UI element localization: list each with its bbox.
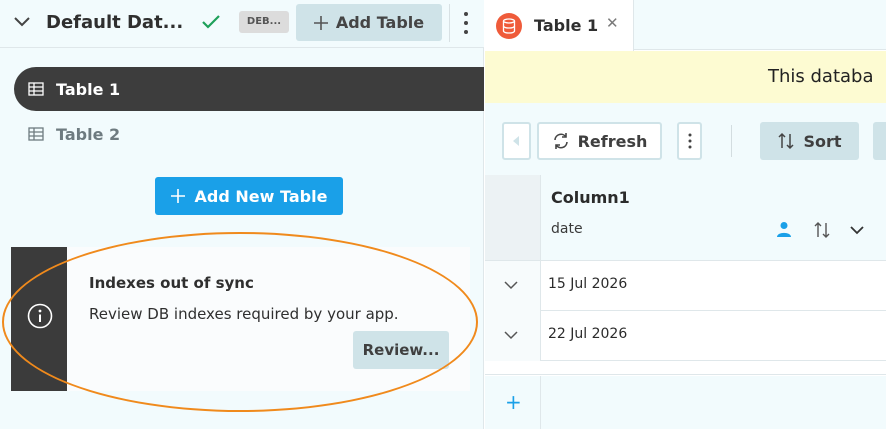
- table-row[interactable]: 22 Jul 2026: [485, 311, 886, 361]
- row-number-header: [485, 175, 541, 261]
- data-grid: Column1 date 15 Jul 2026 22 Jul 2026 +: [485, 175, 886, 429]
- chevron-down-icon[interactable]: [13, 13, 31, 31]
- add-table-button[interactable]: Add Table: [296, 4, 442, 41]
- table-list-item-table-1[interactable]: Table 1: [14, 67, 484, 111]
- plus-icon: [170, 189, 185, 203]
- indexes-sync-callout: Indexes out of sync Review DB indexes re…: [11, 247, 470, 391]
- refresh-label: Refresh: [577, 131, 648, 151]
- add-row-bar: +: [485, 376, 886, 429]
- datasource-header: Default Dat... DEB... Add Table: [0, 0, 484, 48]
- sort-icon: [777, 132, 795, 150]
- sort-icon[interactable]: [813, 221, 831, 239]
- header-divider: [449, 4, 450, 42]
- tab-bar: Table 1 ✕: [485, 0, 886, 51]
- tab-table-1[interactable]: Table 1 ✕: [485, 0, 634, 51]
- chevron-down-icon[interactable]: [849, 222, 865, 238]
- user-icon[interactable]: [776, 221, 792, 237]
- more-options-icon: [688, 133, 692, 149]
- add-row-gutter: +: [485, 376, 541, 429]
- caret-left-icon: [512, 136, 521, 146]
- refresh-button[interactable]: Refresh: [537, 122, 662, 160]
- row-gutter: [485, 261, 541, 311]
- add-new-table-label: Add New Table: [194, 186, 328, 206]
- info-icon: [27, 303, 53, 329]
- add-row-icon[interactable]: +: [505, 392, 522, 412]
- table-icon: [28, 127, 44, 141]
- close-icon[interactable]: ✕: [606, 14, 619, 32]
- table-toolbar: Refresh Sort: [485, 103, 886, 175]
- info-banner: This databa: [485, 51, 886, 103]
- check-icon: [201, 13, 221, 31]
- table-editor-panel: Table 1 ✕ This databa Refresh Sort Colum…: [485, 0, 886, 429]
- database-icon: [496, 12, 522, 39]
- callout-sidebar: [11, 247, 67, 391]
- tab-label: Table 1: [534, 16, 599, 35]
- column-header[interactable]: Column1 date: [541, 175, 886, 261]
- grid-spacer: [485, 361, 886, 375]
- more-options-icon[interactable]: [455, 8, 477, 38]
- filter-button[interactable]: [873, 122, 886, 160]
- add-new-table-button[interactable]: Add New Table: [155, 177, 343, 215]
- more-options-button[interactable]: [677, 122, 702, 160]
- chevron-down-icon[interactable]: [503, 279, 519, 291]
- table-cell[interactable]: 22 Jul 2026: [548, 326, 627, 342]
- column-name: Column1: [551, 188, 630, 207]
- table-list-item-table-2[interactable]: Table 2: [14, 112, 484, 156]
- environment-badge: DEB...: [239, 11, 289, 33]
- row-gutter: [485, 311, 541, 361]
- table-row[interactable]: 15 Jul 2026: [485, 261, 886, 311]
- column-type: date: [551, 221, 583, 237]
- datasource-panel: Default Dat... DEB... Add Table Table 1 …: [0, 0, 484, 429]
- toolbar-divider: [731, 125, 732, 157]
- plus-icon: [313, 15, 328, 30]
- table-list-item-label: Table 1: [56, 79, 121, 99]
- table-list-item-label: Table 2: [56, 124, 121, 144]
- callout-title: Indexes out of sync: [89, 274, 254, 292]
- collapse-button[interactable]: [502, 122, 531, 160]
- banner-text: This databa: [768, 66, 874, 87]
- sort-button[interactable]: Sort: [760, 122, 859, 160]
- callout-message: Review DB indexes required by your app.: [89, 305, 399, 323]
- table-cell[interactable]: 15 Jul 2026: [548, 276, 627, 292]
- refresh-icon: [552, 132, 570, 150]
- datasource-name[interactable]: Default Dat...: [46, 12, 196, 33]
- add-table-label: Add Table: [335, 13, 425, 32]
- chevron-down-icon[interactable]: [503, 329, 519, 341]
- sort-label: Sort: [803, 131, 842, 151]
- review-button[interactable]: Review...: [353, 331, 449, 369]
- table-icon: [28, 82, 44, 96]
